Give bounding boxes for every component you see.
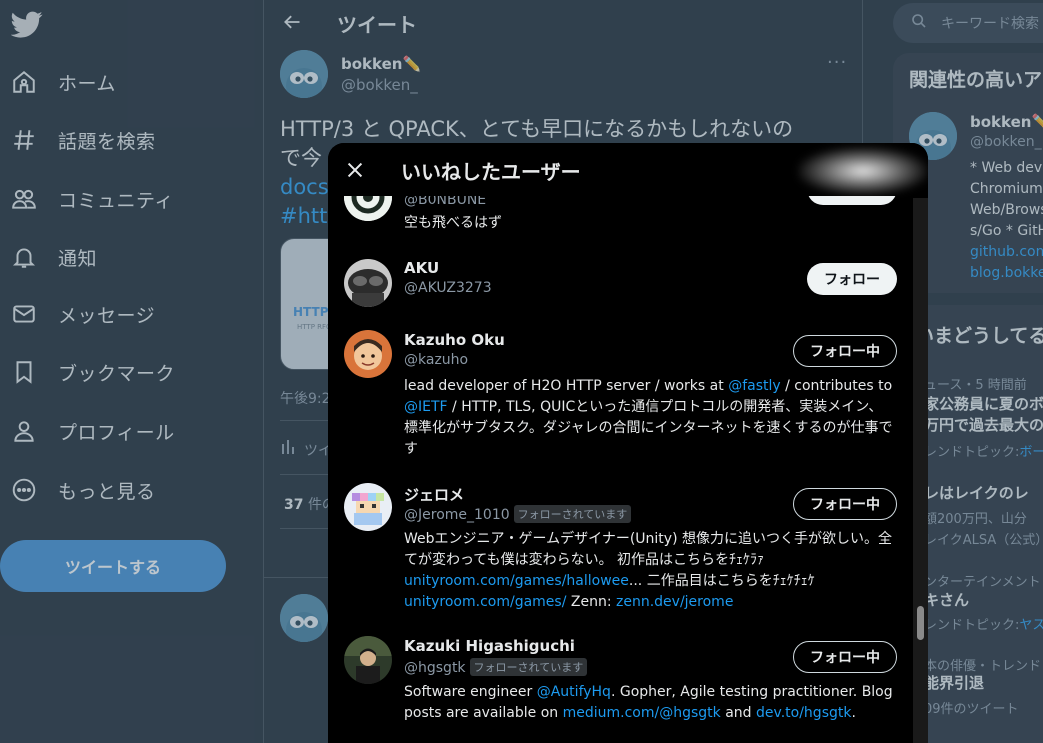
follows-you-badge: フォローされています [469, 658, 588, 676]
bio-link[interactable]: medium.com/@hgsgtk [563, 705, 721, 721]
user-handle-text: @Jerome_1010 [404, 507, 510, 523]
user-bio: 空も飛べるはず [404, 215, 502, 231]
follows-you-badge: フォローされています [513, 505, 632, 523]
following-button[interactable]: フォロー中 [793, 641, 897, 673]
bio-link[interactable]: unityroom.com/games/ [404, 594, 566, 610]
user-name[interactable]: Kazuho Oku [404, 331, 505, 349]
user-avatar[interactable] [344, 483, 392, 531]
user-handle[interactable]: @Jerome_1010 フォローされています [404, 505, 632, 523]
user-name[interactable]: Kazuki Higashiguchi [404, 637, 575, 655]
follow-button[interactable]: フォロー [807, 263, 897, 295]
scrollbar-thumb[interactable] [917, 606, 924, 640]
modal-scrollbar[interactable] [913, 198, 928, 743]
user-avatar[interactable] [344, 259, 392, 307]
user-bio: lead developer of H2O HTTP server / work… [404, 376, 894, 460]
modal-title: いいねしたユーザー [401, 160, 581, 184]
user-row[interactable]: Kazuho Oku @kazuho フォロー中 lead developer … [328, 315, 913, 468]
bio-text: / contributes to [780, 378, 893, 394]
user-row[interactable]: AKU @AKUZ3273 フォロー [328, 243, 913, 315]
bio-text: and [720, 705, 757, 721]
bio-link[interactable]: zenn.dev/jerome [616, 594, 733, 610]
user-bio: Webエンジニア・ゲームデザイナー(Unity) 想像力に追いつく手が欲しい。全… [404, 529, 894, 613]
bio-link[interactable]: dev.to/hgsgtk [756, 705, 851, 721]
user-handle[interactable]: @kazuho [404, 352, 468, 368]
bio-text: Webエンジニア・ゲームデザイナー(Unity) 想像力に追いつく手が欲しい。全… [404, 531, 892, 568]
bio-text: . [851, 705, 856, 721]
close-icon[interactable] [344, 159, 366, 181]
user-handle[interactable]: @hgsgtk フォローされています [404, 658, 588, 676]
user-bio: Software engineer @AutifyHq. Gopher, Agi… [404, 682, 894, 724]
bio-link[interactable]: unityroom.com/games/hallowee [404, 573, 629, 589]
user-row[interactable]: ジェロメ @Jerome_1010 フォローされています フォロー中 Webエンジ… [328, 468, 913, 621]
user-avatar[interactable] [344, 636, 392, 684]
bio-mention[interactable]: @IETF [404, 399, 448, 415]
liked-by-modal: @B0NBUNE 空も飛べるはず AKU @AKUZ3273 フォロー Kazu… [328, 143, 928, 743]
user-name[interactable]: ジェロメ [404, 484, 464, 505]
bio-text: / HTTP, TLS, QUICといった通信プロトコルの開発者、実装メイン、標… [404, 399, 893, 457]
modal-header: いいねしたユーザー [328, 143, 928, 196]
user-avatar[interactable] [344, 330, 392, 378]
user-name[interactable]: AKU [404, 259, 439, 277]
user-row[interactable]: Kazuki Higashiguchi @hgsgtk フォローされています フォ… [328, 621, 913, 743]
user-handle-text: @hgsgtk [404, 660, 466, 676]
bio-text: Software engineer [404, 684, 537, 700]
bio-mention[interactable]: @fastly [728, 378, 780, 394]
bio-mention[interactable]: @AutifyHq [537, 684, 611, 700]
blurred-region [798, 147, 928, 195]
user-handle[interactable]: @AKUZ3273 [404, 280, 492, 296]
following-button[interactable]: フォロー中 [793, 335, 897, 367]
following-button[interactable]: フォロー中 [793, 488, 897, 520]
bio-text: Zenn: [566, 594, 616, 610]
bio-text: lead developer of H2O HTTP server / work… [404, 378, 729, 394]
bio-text: ... 二作品目はこちらをﾁｪｹﾁｪｹ [628, 573, 815, 589]
